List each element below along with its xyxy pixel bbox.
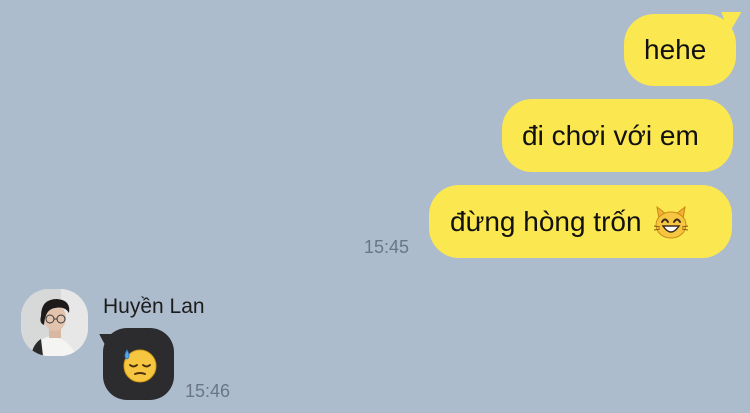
received-message-bubble[interactable] (90, 328, 174, 400)
sent-message-bubble[interactable]: hehe (624, 12, 749, 86)
received-timestamp: 15:46 (185, 381, 231, 401)
avatar[interactable] (21, 289, 88, 356)
message-text: đừng hòng trốn (450, 205, 642, 237)
sender-name: Huyền Lan (103, 295, 205, 318)
downcast-sweat-face-icon (119, 344, 159, 384)
message-text: đi chơi với em (522, 119, 699, 151)
sent-timestamp: 15:45 (364, 237, 410, 257)
sent-message-bubble[interactable]: đừng hòng trốn (429, 185, 732, 258)
message-text: hehe (644, 34, 707, 65)
bubble-tail (90, 334, 118, 352)
sent-message-bubble[interactable]: đi chơi với em (502, 99, 733, 172)
bubble-tail (721, 12, 749, 34)
grinning-cat-icon (652, 203, 690, 241)
